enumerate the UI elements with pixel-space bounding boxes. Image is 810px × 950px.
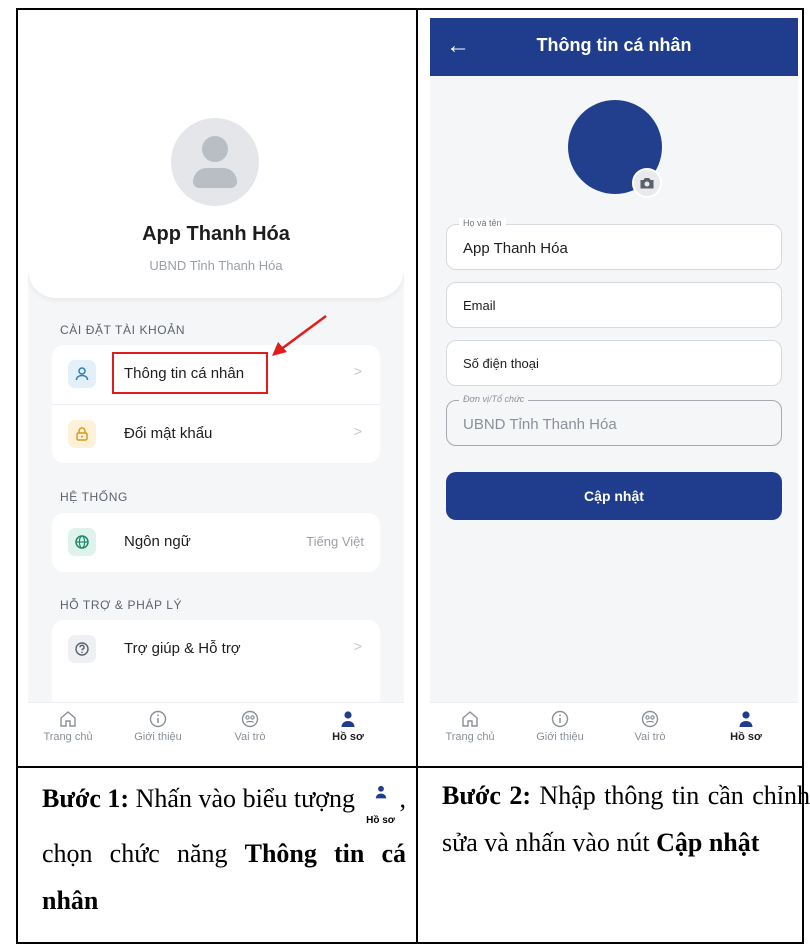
step2-heading: Bước 2: [442,781,531,810]
menu-card-support: Trợ giúp & Hỗ trợ > [52,620,380,710]
info-icon [149,710,167,728]
home-icon [462,711,478,727]
nav-label: Giới thiệu [536,731,584,743]
lock-icon [68,420,96,448]
table-column-divider [416,10,418,942]
nav-label: Hồ sơ [332,731,364,743]
document-table: App Thanh Hóa UBND Tỉnh Thanh Hóa CÀI ĐẶ… [16,8,810,944]
nav-about[interactable]: Giới thiệu [118,709,198,743]
nav-label: Vai trò [634,731,666,743]
section-title-support: HỖ TRỢ & PHÁP LÝ [60,598,183,612]
phone-placeholder: Số điện thoại [463,356,539,371]
email-placeholder: Email [463,298,496,313]
chevron-right-icon: > [353,423,362,439]
help-icon [68,635,96,663]
menu-item-language[interactable]: Ngôn ngữ Tiếng Việt [52,513,380,572]
email-field[interactable]: Email [446,282,782,328]
menu-card-account: Thông tin cá nhân > Đổi mật khẩu > [52,345,380,463]
page-title: Thông tin cá nhân [536,35,692,55]
nav-home[interactable]: Trang chủ [28,709,108,743]
org-field: Đơn vị/Tổ chức UBND Tỉnh Thanh Hóa [446,394,782,446]
info-icon [551,710,569,728]
camera-icon[interactable] [632,168,662,198]
field-label: Đơn vị/Tổ chức [459,394,529,404]
menu-card-system: Ngôn ngữ Tiếng Việt [52,513,380,572]
nav-label: Trang chủ [445,731,495,743]
step1-text: Nhấn vào biểu tượng [129,783,362,813]
field-label: Họ và tên [459,218,506,228]
role-icon [241,710,259,728]
personal-info-screen: ← Thông tin cá nhân Họ và tên App Thanh … [430,18,798,758]
highlight-box [112,352,268,394]
nav-about[interactable]: Giới thiệu [520,709,600,743]
phone-field[interactable]: Số điện thoại [446,340,782,386]
nav-role[interactable]: Vai trò [610,709,690,743]
caption-step2: Bước 2: Nhập thông tin cần chỉnh sửa và … [442,772,810,866]
org-value: UBND Tỉnh Thanh Hóa [463,416,617,433]
bottom-nav: Trang chủ Giới thiệu Vai trò Hồ sơ [430,702,798,758]
avatar-placeholder-icon [171,118,259,206]
profile-screen: App Thanh Hóa UBND Tỉnh Thanh Hóa CÀI ĐẶ… [28,18,404,758]
nav-label: Vai trò [234,731,266,743]
role-icon [641,710,659,728]
step1-heading: Bước 1: [42,783,130,813]
update-button[interactable]: Cập nhật [446,472,782,520]
red-arrow-annotation [272,314,327,356]
menu-item-change-password[interactable]: Đổi mật khẩu > [52,404,380,463]
nav-label: Hồ sơ [730,731,762,743]
profile-card: App Thanh Hóa UBND Tỉnh Thanh Hóa [28,18,404,298]
table-row-divider [18,766,802,768]
bottom-nav: Trang chủ Giới thiệu Vai trò Hồ sơ [28,702,404,758]
nav-role[interactable]: Vai trò [210,709,290,743]
globe-icon [68,528,96,556]
nav-home[interactable]: Trang chủ [430,709,510,743]
profile-icon: Hồ sơ [362,768,400,826]
mini-icon-label: Hồ sơ [366,815,395,826]
chevron-right-icon: > [353,363,362,379]
profile-name: App Thanh Hóa [142,223,290,245]
profile-icon [739,711,753,727]
menu-label: Ngôn ngữ [124,533,191,550]
name-field[interactable]: Họ và tên App Thanh Hóa [446,218,782,270]
home-icon [60,711,76,727]
caption-step1: Bước 1: Nhấn vào biểu tượng Hồ sơ, chọn … [42,772,406,924]
name-value: App Thanh Hóa [463,240,568,257]
app-bar: ← Thông tin cá nhân [430,18,798,76]
chevron-right-icon: > [353,638,362,654]
nav-label: Giới thiệu [134,731,182,743]
nav-profile[interactable]: Hồ sơ [308,709,388,743]
section-title-account: CÀI ĐẶT TÀI KHOẢN [60,323,186,337]
menu-item-help[interactable]: Trợ giúp & Hỗ trợ > [52,620,380,679]
menu-label: Trợ giúp & Hỗ trợ [124,640,241,657]
user-icon [68,360,96,388]
nav-profile[interactable]: Hồ sơ [706,709,786,743]
menu-label: Đổi mật khẩu [124,425,213,442]
step2-button-name: Cập nhật [656,828,760,857]
profile-icon [341,711,355,727]
nav-label: Trang chủ [43,731,93,743]
language-value: Tiếng Việt [306,534,364,549]
section-title-system: HỆ THỐNG [60,490,128,504]
profile-org: UBND Tỉnh Thanh Hóa [149,258,283,273]
